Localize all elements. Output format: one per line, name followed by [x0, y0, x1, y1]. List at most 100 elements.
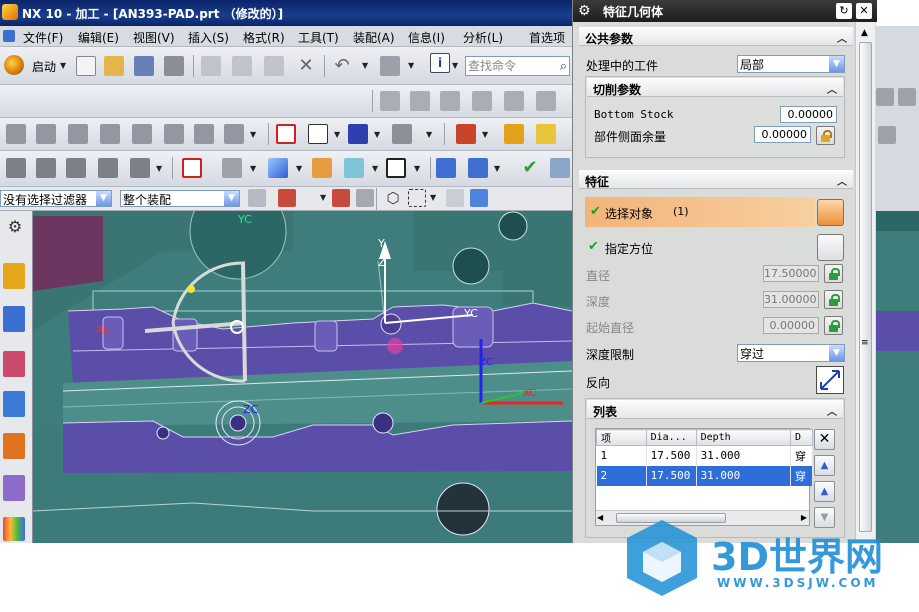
depth-field[interactable]: 31.00000	[763, 291, 819, 308]
menu-format[interactable]: 格式(R)	[241, 28, 287, 47]
help-icon[interactable]	[536, 124, 556, 144]
part-side-stock-field[interactable]: 0.00000	[754, 126, 811, 143]
measure-icon[interactable]	[550, 158, 570, 178]
postprocess-icon[interactable]	[194, 124, 214, 144]
shop-docs-icon[interactable]	[224, 124, 244, 144]
scroll-up-icon[interactable]: ▲	[861, 28, 868, 38]
save-icon[interactable]	[134, 56, 154, 76]
feature-navigator-icon[interactable]	[130, 158, 150, 178]
create-tool-icon[interactable]	[410, 91, 430, 111]
graphics-viewport[interactable]: XC ZC YC Z Y YC ZC XC	[33, 211, 572, 543]
wcs-dropdown-icon[interactable]: ▼	[482, 130, 488, 139]
rectangle-dropdown-icon[interactable]: ▼	[430, 193, 436, 202]
verify-check-icon[interactable]: ✔	[520, 158, 540, 178]
snap-end-icon[interactable]	[332, 189, 350, 207]
cut-params-header[interactable]: 切削参数 ︿	[587, 78, 843, 97]
undo-dropdown-icon[interactable]: ▼	[362, 61, 368, 70]
reverse-direction-icon[interactable]	[816, 366, 844, 394]
paste-icon[interactable]	[264, 56, 284, 76]
generate-toolpath-icon[interactable]	[6, 124, 26, 144]
undo-icon[interactable]: ↶	[332, 56, 352, 76]
common-params-header[interactable]: 公共参数 ︿	[579, 27, 853, 46]
move-top-icon[interactable]: ▲	[814, 481, 835, 502]
background-icon[interactable]	[386, 158, 406, 178]
section-view-icon[interactable]	[344, 158, 364, 178]
start-diameter-lock-icon[interactable]	[824, 316, 843, 335]
column-header-diameter[interactable]: Dia...	[645, 429, 697, 446]
wcs-dynamic-icon[interactable]	[436, 158, 456, 178]
snap-dropdown-icon[interactable]: ▼	[320, 193, 326, 202]
menu-app-icon[interactable]	[3, 30, 15, 42]
tool-path-options-icon[interactable]	[504, 124, 524, 144]
toolbar-overflow-icon[interactable]	[876, 88, 894, 106]
information-icon[interactable]: i	[430, 53, 450, 73]
menu-edit[interactable]: 编辑(E)	[76, 28, 121, 47]
move-up-icon[interactable]: ▲	[814, 455, 835, 476]
repeat-dropdown-icon[interactable]: ▼	[408, 61, 414, 70]
toolpath-dropdown-icon[interactable]: ▼	[250, 130, 256, 139]
column-header-depth[interactable]: Depth	[695, 429, 792, 446]
rectangle-select-icon[interactable]	[408, 189, 426, 207]
feature-header[interactable]: 特征 ︿	[579, 170, 853, 189]
verify-toolpath-icon[interactable]	[100, 124, 120, 144]
machine-navigator-icon[interactable]	[3, 306, 25, 332]
menu-information[interactable]: 信息(I)	[406, 28, 447, 47]
wcs-origin-icon[interactable]	[468, 158, 488, 178]
dialog-vertical-scrollbar[interactable]: ▲ ≡	[855, 22, 875, 543]
toolbar-overflow-icon[interactable]	[878, 126, 896, 144]
chevron-down-icon[interactable]: ▼	[829, 345, 844, 361]
feature-mill-icon[interactable]	[66, 158, 86, 178]
assembly-scope-select[interactable]: 整个装配 ▼	[120, 190, 240, 207]
menu-insert[interactable]: 插入(S)	[186, 28, 231, 47]
background-dropdown-icon[interactable]: ▼	[414, 164, 420, 173]
shaded-view-icon[interactable]	[268, 158, 288, 178]
fit-view-icon[interactable]	[182, 158, 202, 178]
render-style-icon[interactable]	[222, 158, 242, 178]
collapse-chevron-icon[interactable]: ︿	[827, 403, 837, 418]
depth-limit-select[interactable]: 穿过 ▼	[737, 344, 845, 362]
info-dropdown-icon[interactable]: ▼	[452, 61, 458, 70]
collapse-chevron-icon[interactable]: ︿	[827, 81, 837, 96]
viewport-right-edge[interactable]	[876, 211, 919, 543]
display-dropdown-icon[interactable]: ▼	[334, 130, 340, 139]
toolbar-overflow-icon[interactable]	[898, 88, 916, 106]
scroll-left-icon[interactable]: ◀	[597, 513, 603, 522]
start-icon[interactable]	[4, 55, 24, 75]
history-icon[interactable]	[3, 475, 25, 501]
chevron-down-icon[interactable]: ▼	[224, 191, 239, 206]
menu-analysis[interactable]: 分析(L)	[461, 28, 505, 47]
part-navigator-icon[interactable]	[3, 351, 25, 377]
diameter-lock-icon[interactable]	[824, 264, 843, 283]
diameter-field[interactable]: 17.50000	[763, 265, 819, 282]
collapse-chevron-icon[interactable]: ︿	[837, 173, 847, 188]
column-header-item[interactable]: 项	[596, 429, 647, 446]
new-file-icon[interactable]	[76, 56, 96, 76]
create-program-icon[interactable]	[380, 91, 400, 111]
create-operation-icon[interactable]	[504, 91, 524, 111]
wcs-origin-dropdown-icon[interactable]: ▼	[494, 164, 500, 173]
orient-wcs-icon[interactable]	[456, 124, 476, 144]
section-dropdown-icon[interactable]: ▼	[372, 164, 378, 173]
create-geometry-icon[interactable]	[440, 91, 460, 111]
display-object-icon[interactable]	[308, 124, 328, 144]
edit-display-icon[interactable]	[348, 124, 368, 144]
machine-dropdown-icon[interactable]: ▼	[426, 130, 432, 139]
menu-file[interactable]: 文件(F)	[21, 28, 65, 47]
menu-assembly[interactable]: 装配(A)	[351, 28, 397, 47]
feature-group-icon[interactable]	[6, 158, 26, 178]
collapse-chevron-icon[interactable]: ︿	[837, 30, 847, 45]
delete-toolpath-icon[interactable]	[164, 124, 184, 144]
chevron-down-icon[interactable]: ▼	[96, 191, 111, 206]
command-search-input[interactable]: 查找命令 ⌕	[465, 56, 570, 76]
model-canvas[interactable]	[33, 211, 572, 543]
replay-toolpath-icon[interactable]	[36, 124, 56, 144]
edit-display-dropdown-icon[interactable]: ▼	[374, 130, 380, 139]
reset-icon[interactable]: ↻	[836, 3, 852, 19]
face-select-icon[interactable]	[446, 189, 464, 207]
specify-orientation-csys-icon[interactable]	[817, 234, 844, 261]
reuse-library-icon[interactable]	[3, 433, 25, 459]
body-select-icon[interactable]	[470, 189, 488, 207]
simulate-machine-icon[interactable]	[132, 124, 152, 144]
delete-icon[interactable]: ✕	[296, 56, 316, 76]
start-label[interactable]: 启动	[32, 58, 56, 75]
